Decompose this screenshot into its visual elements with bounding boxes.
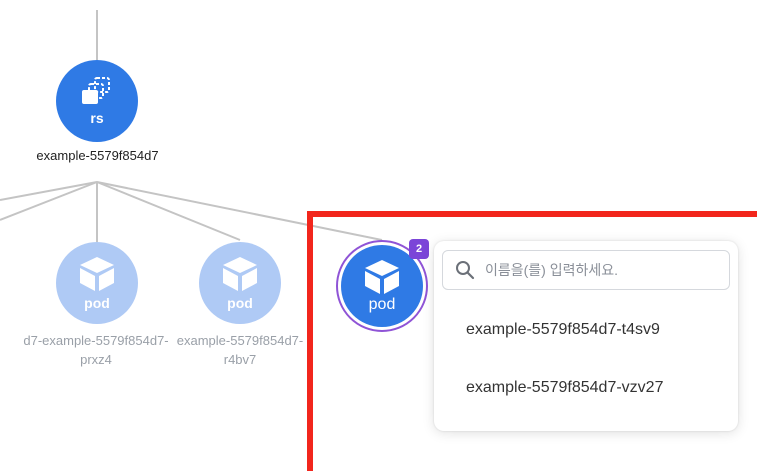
cube-icon xyxy=(223,257,257,291)
search-icon xyxy=(456,261,475,280)
pod-name-line: d7-example-5579f854d7- xyxy=(23,333,169,348)
search-input[interactable] xyxy=(483,261,717,279)
node-kind-label: pod xyxy=(227,295,253,311)
pod-list-item[interactable]: example-5579f854d7-t4sv9 xyxy=(434,301,738,359)
search-box[interactable] xyxy=(442,250,730,290)
cube-icon xyxy=(365,260,399,294)
cube-icon xyxy=(80,257,114,291)
replicaset-name: example-5579f854d7 xyxy=(36,148,159,163)
replicaset-icon xyxy=(82,77,110,104)
pod-list-popover: example-5579f854d7-t4sv9 example-5579f85… xyxy=(434,241,738,431)
pod-name-line: example-5579f854d7- xyxy=(176,333,304,348)
node-kind-label: pod xyxy=(84,295,110,311)
pod-count-badge: 2 xyxy=(409,239,429,259)
pod-node[interactable]: pod xyxy=(56,242,138,324)
replicaset-node[interactable]: rs xyxy=(56,60,138,142)
edge-rs-left-1 xyxy=(0,181,98,201)
edge-rs-pod-b xyxy=(96,181,241,241)
pod-name-label: example-5579f854d7- r4bv7 xyxy=(162,331,318,369)
node-kind-label: pod xyxy=(368,296,396,313)
node-kind-label: rs xyxy=(90,110,104,126)
edge-rs-left-2 xyxy=(0,181,98,221)
pod-list: example-5579f854d7-t4sv9 example-5579f85… xyxy=(434,301,738,417)
pod-name-suffix: r4bv7 xyxy=(223,352,257,367)
pod-list-item[interactable]: example-5579f854d7-vzv27 xyxy=(434,359,738,417)
pod-node[interactable]: pod xyxy=(199,242,281,324)
